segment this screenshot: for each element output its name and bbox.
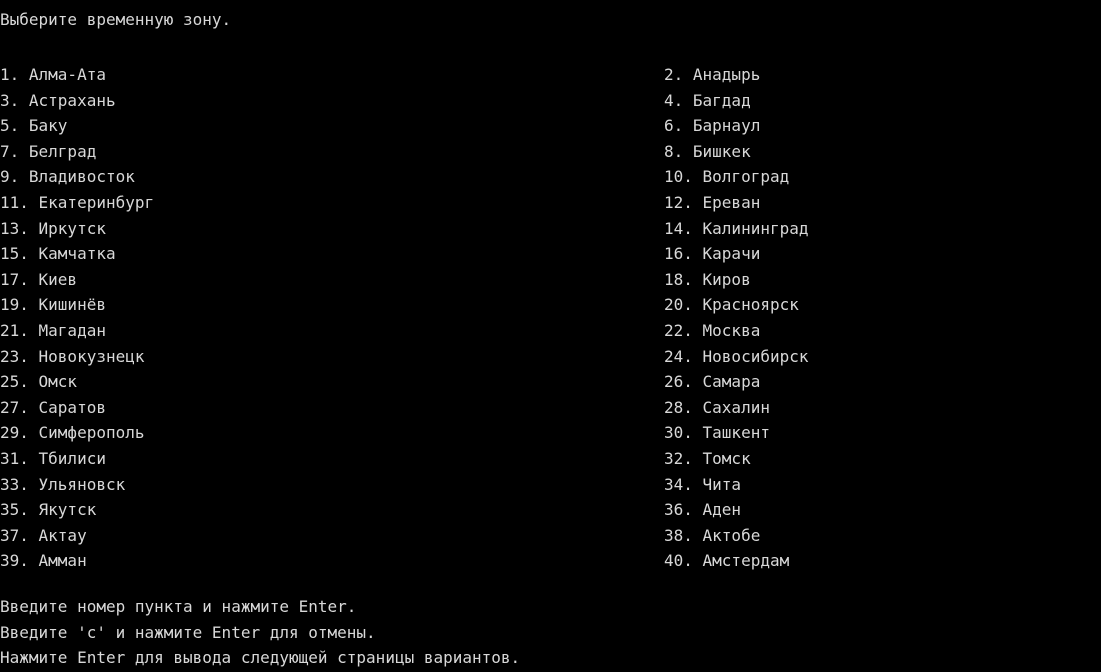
instruction-cancel: Введите 'c' и нажмите Enter для отмены. [0,622,376,642]
timezone-option[interactable]: 18. Киров [664,267,751,293]
timezone-option[interactable]: 2. Анадырь [664,62,760,88]
timezone-option[interactable]: 27. Саратов [0,395,106,421]
option-row: 15. Камчатка 16. Карачи [0,241,1101,267]
timezone-option[interactable]: 33. Ульяновск [0,472,125,498]
timezone-option[interactable]: 31. Тбилиси [0,446,106,472]
timezone-option[interactable]: 6. Барнаул [664,113,760,139]
option-row: 19. Кишинёв 20. Красноярск [0,292,1101,318]
timezone-option[interactable]: 32. Томск [664,446,751,472]
option-row: 3. Астрахань 4. Багдад [0,88,1101,114]
timezone-option[interactable]: 37. Актау [0,523,87,549]
option-row: 1. Алма-Ата 2. Анадырь [0,62,1101,88]
timezone-option[interactable]: 30. Ташкент [664,420,770,446]
timezone-option[interactable]: 36. Аден [664,497,741,523]
timezone-option[interactable]: 12. Ереван [664,190,760,216]
option-row: 37. Актау 38. Актобе [0,523,1101,549]
timezone-option[interactable]: 35. Якутск [0,497,96,523]
terminal-screen: Выберите временную зону. 1. Алма-Ата 2. … [0,0,1101,672]
option-row: 25. Омск 26. Самара [0,369,1101,395]
option-row: 29. Симферополь 30. Ташкент [0,420,1101,446]
timezone-option[interactable]: 16. Карачи [664,241,760,267]
timezone-option[interactable]: 11. Екатеринбург [0,190,154,216]
timezone-option[interactable]: 5. Баку [0,113,67,139]
option-row: 35. Якутск 36. Аден [0,497,1101,523]
option-row: 7. Белград 8. Бишкек [0,139,1101,165]
timezone-option[interactable]: 39. Амман [0,548,87,574]
timezone-option[interactable]: 26. Самара [664,369,760,395]
timezone-option[interactable]: 9. Владивосток [0,164,135,190]
option-row: 9. Владивосток 10. Волгоград [0,164,1101,190]
timezone-option[interactable]: 20. Красноярск [664,292,799,318]
timezone-option[interactable]: 4. Багдад [664,88,751,114]
option-row: 17. Киев 18. Киров [0,267,1101,293]
timezone-option[interactable]: 7. Белград [0,139,96,165]
timezone-option[interactable]: 22. Москва [664,318,760,344]
timezone-option[interactable]: 8. Бишкек [664,139,751,165]
page-title: Выберите временную зону. [0,10,232,29]
option-row: 39. Амман 40. Амстердам [0,548,1101,574]
timezone-option[interactable]: 24. Новосибирск [664,344,809,370]
option-row: 21. Магадан 22. Москва [0,318,1101,344]
option-row: 31. Тбилиси 32. Томск [0,446,1101,472]
option-row: 13. Иркутск 14. Калининград [0,216,1101,242]
timezone-option[interactable]: 29. Симферополь [0,420,145,446]
timezone-option[interactable]: 17. Киев [0,267,77,293]
option-row: 11. Екатеринбург 12. Ереван [0,190,1101,216]
instruction-next-page: Нажмите Enter для вывода следующей стран… [0,648,521,668]
option-row: 33. Ульяновск 34. Чита [0,472,1101,498]
option-row: 5. Баку 6. Барнаул [0,113,1101,139]
timezone-option[interactable]: 13. Иркутск [0,216,106,242]
timezone-option[interactable]: 1. Алма-Ата [0,62,106,88]
timezone-option[interactable]: 40. Амстердам [664,548,789,574]
option-row: 23. Новокузнецк 24. Новосибирск [0,344,1101,370]
option-row: 27. Саратов 28. Сахалин [0,395,1101,421]
instruction-enter-number: Введите номер пункта и нажмите Enter. [0,597,357,616]
timezone-option[interactable]: 25. Омск [0,369,77,395]
timezone-option[interactable]: 14. Калининград [664,216,809,242]
timezone-option[interactable]: 15. Камчатка [0,241,116,267]
timezone-option[interactable]: 28. Сахалин [664,395,770,421]
timezone-option[interactable]: 19. Кишинёв [0,292,106,318]
timezone-option[interactable]: 3. Астрахань [0,88,116,114]
timezone-option[interactable]: 34. Чита [664,472,741,498]
timezone-option-list: 1. Алма-Ата 2. Анадырь 3. Астрахань 4. Б… [0,62,1101,574]
timezone-option[interactable]: 23. Новокузнецк [0,344,145,370]
timezone-option[interactable]: 38. Актобе [664,523,760,549]
timezone-option[interactable]: 21. Магадан [0,318,106,344]
timezone-option[interactable]: 10. Волгоград [664,164,789,190]
